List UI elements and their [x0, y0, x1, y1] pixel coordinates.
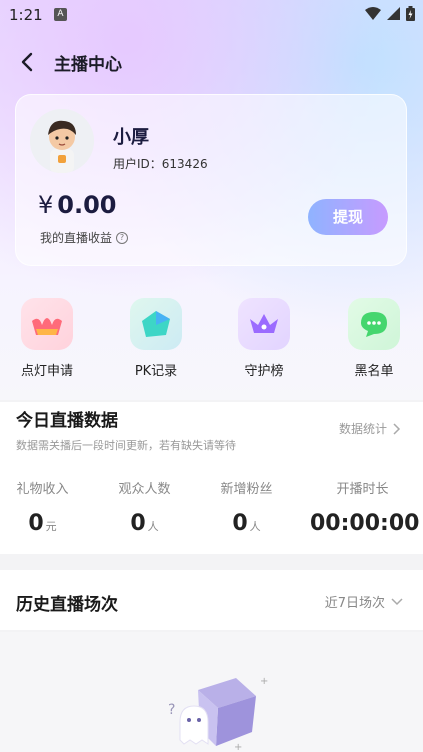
earnings-amount: ¥0.00 — [38, 191, 117, 219]
quick-action-guardian-rank[interactable]: 守护榜 — [219, 298, 309, 379]
quick-action-label: 守护榜 — [244, 364, 284, 379]
stat-label: 礼物收入 — [16, 482, 69, 497]
stat-new-fans: 新增粉丝 0人 — [194, 478, 299, 536]
quick-action-lantern[interactable]: 点灯申请 — [2, 298, 92, 379]
page-title: 主播中心 — [54, 55, 122, 75]
back-arrow-icon — [21, 52, 33, 72]
stat-label: 开播时长 — [336, 482, 389, 497]
signal-icon — [387, 7, 400, 20]
stat-viewers: 观众人数 0人 — [92, 478, 197, 536]
today-live-data-section: 今日直播数据 数据需关播后一段时间更新，若有缺失请等待 数据统计 礼物收入 0元… — [0, 402, 423, 554]
user-name: 小厚 — [113, 127, 149, 148]
section-subtitle: 数据需关播后一段时间更新，若有缺失请等待 — [16, 439, 236, 452]
history-sessions-section: 历史直播场次 近7日场次 — [0, 570, 423, 630]
data-stats-link[interactable]: 数据统计 — [339, 420, 401, 437]
data-stats-label: 数据统计 — [338, 422, 387, 436]
section-title: 今日直播数据 — [16, 411, 118, 431]
svg-text:+: + — [260, 676, 268, 687]
lantern-icon — [21, 298, 73, 350]
currency-symbol: ¥ — [38, 191, 54, 219]
stat-value: 0元 — [28, 511, 57, 536]
empty-box-ghost-icon: ? + + — [168, 676, 268, 752]
earnings-label: 我的直播收益 — [40, 231, 113, 245]
withdraw-button[interactable]: 提现 — [308, 199, 388, 235]
chevron-right-icon — [393, 422, 401, 435]
stat-value: 00:00:00 — [310, 511, 420, 536]
pk-record-icon — [130, 298, 182, 350]
quick-actions-grid: 点灯申请 PK记录 守护榜 黑名单 — [0, 298, 423, 382]
wifi-icon — [365, 7, 381, 20]
back-button[interactable] — [14, 48, 42, 76]
stat-unit: 元 — [45, 520, 57, 533]
quick-action-label: 点灯申请 — [20, 364, 73, 379]
stat-unit: 人 — [249, 520, 261, 533]
profile-card: 小厚 用户ID：613426 ¥0.00 我的直播收益 ? 提现 — [15, 94, 407, 266]
quick-action-pk-record[interactable]: PK记录 — [111, 298, 201, 379]
quick-action-label: PK记录 — [134, 364, 178, 379]
help-icon[interactable]: ? — [116, 231, 129, 244]
status-time: 1:21 — [9, 6, 43, 24]
crown-icon — [238, 298, 290, 350]
quick-action-blacklist[interactable]: 黑名单 — [329, 298, 419, 379]
earnings-value: 0.00 — [57, 191, 117, 219]
history-range-dropdown[interactable]: 近7日场次 — [325, 592, 403, 611]
stat-live-duration: 开播时长 00:00:00 — [310, 478, 420, 536]
section-title: 历史直播场次 — [16, 595, 118, 615]
svg-text:?: ? — [168, 702, 175, 718]
battery-icon — [406, 6, 415, 21]
stat-label: 观众人数 — [118, 482, 171, 497]
earnings-label-row: 我的直播收益 ? — [40, 229, 129, 246]
stat-unit: 人 — [147, 520, 159, 533]
stat-value: 0人 — [232, 511, 261, 536]
stat-gift-income: 礼物收入 0元 — [0, 478, 95, 536]
empty-state: ? + + — [0, 632, 423, 752]
stat-value: 0人 — [130, 511, 159, 536]
avatar-character-icon — [30, 109, 94, 173]
notification-badge-icon: A — [54, 8, 67, 21]
svg-text:+: + — [234, 742, 242, 752]
history-range-label: 近7日场次 — [324, 596, 385, 611]
avatar[interactable] — [30, 109, 94, 173]
blacklist-chat-icon — [348, 298, 400, 350]
user-id: 用户ID：613426 — [113, 157, 208, 171]
status-bar: 1:21 A — [0, 0, 423, 30]
quick-action-label: 黑名单 — [354, 364, 394, 379]
stat-label: 新增粉丝 — [220, 482, 273, 497]
status-icons — [365, 6, 415, 21]
chevron-down-icon — [391, 597, 403, 605]
top-bar: 主播中心 — [0, 44, 423, 80]
